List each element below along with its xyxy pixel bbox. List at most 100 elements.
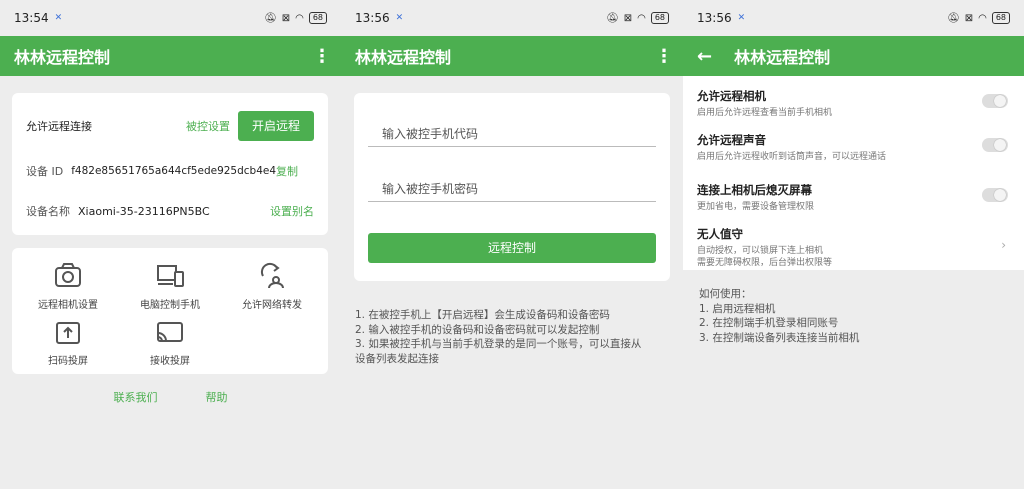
setting-desc: 自动授权，可以锁屏下连上相机 bbox=[697, 246, 824, 256]
status-bar: 13:54 ✕ 🔕︎ ⊠ ◠ 68 bbox=[0, 0, 341, 36]
status-time: 13:56 bbox=[697, 11, 732, 25]
app-title: 林林远程控制 bbox=[14, 48, 111, 67]
app-title: 林林远程控制 bbox=[355, 48, 452, 67]
contact-us-link[interactable]: 联系我们 bbox=[114, 389, 158, 405]
scan-cast-item[interactable]: 扫码投屏 bbox=[18, 320, 118, 367]
status-time: 13:56 bbox=[355, 11, 390, 25]
pc-control-phone-item[interactable]: 电脑控制手机 bbox=[120, 262, 220, 311]
status-time: 13:54 bbox=[14, 11, 49, 25]
scan-cast-label: 扫码投屏 bbox=[48, 356, 88, 367]
setting-desc: 需要无障碍权限，后台弹出权限等 bbox=[697, 258, 833, 268]
howto-line: 3. 在控制端设备列表连接当前相机 bbox=[699, 331, 860, 344]
note-line: 3. 如果被控手机与当前手机登录的是同一个账号，可以直接从 bbox=[355, 338, 642, 350]
mute-icon: 🔕︎ bbox=[946, 12, 960, 24]
note-line: 1. 在被控手机上【开启远程】会生成设备码和设备密码 bbox=[355, 309, 610, 321]
battery-icon: 68 bbox=[650, 12, 669, 24]
phone-connect: 13:56 ✕ 🔕︎ ⊠ ◠ 68 林林远程控制 ⋮ 输入被控手机代码 输入被控… bbox=[341, 0, 683, 489]
mute-icon: 🔕︎ bbox=[263, 12, 277, 24]
setting-remote-camera[interactable]: 允许远程相机 启用后允许远程查看当前手机相机 bbox=[697, 88, 1010, 119]
allow-remote-row: 允许远程连接 被控设置 开启远程 bbox=[26, 111, 314, 141]
mute-icon: 🔕︎ bbox=[605, 12, 619, 24]
more-menu-icon[interactable]: ⋮ bbox=[313, 46, 331, 67]
device-id-label: 设备 ID bbox=[26, 165, 64, 178]
howto-title: 如何使用： bbox=[699, 288, 752, 300]
device-id-value: f482e85651765a644cf5ede925dcb4e4 bbox=[71, 165, 277, 177]
status-icons: 🔕︎ ⊠ ◠ 68 bbox=[947, 12, 1010, 24]
status-icons: 🔕︎ ⊠ ◠ 68 bbox=[606, 12, 669, 24]
connection-card: 允许远程连接 被控设置 开启远程 设备 ID f482e85651765a644… bbox=[12, 93, 328, 235]
battery-icon: 68 bbox=[308, 12, 327, 24]
note-line: 设备列表发起连接 bbox=[355, 352, 439, 365]
device-code-input[interactable]: 输入被控手机代码 bbox=[368, 93, 656, 147]
device-id-row: 设备 ID f482e85651765a644cf5ede925dcb4e4 复… bbox=[26, 163, 314, 179]
battery-icon: 68 bbox=[991, 12, 1010, 24]
sim-icon: ⊠ bbox=[281, 12, 291, 24]
setting-desc: 启用后允许远程收听到话筒声音，可以远程通话 bbox=[697, 152, 887, 162]
status-icons: 🔕︎ ⊠ ◠ 68 bbox=[264, 12, 327, 24]
notification-icon: ✕ bbox=[737, 13, 746, 23]
notification-icon: ✕ bbox=[395, 13, 404, 23]
set-alias-button[interactable]: 设置别名 bbox=[270, 203, 314, 219]
phone-camera-settings: 13:56 ✕ 🔕︎ ⊠ ◠ 68 ← 林林远程控制 允许远程相机 启用后允许远… bbox=[683, 0, 1024, 489]
chevron-right-icon: › bbox=[1001, 238, 1006, 252]
sim-icon: ⊠ bbox=[964, 12, 974, 24]
status-bar: 13:56 ✕ 🔕︎ ⊠ ◠ 68 bbox=[341, 0, 683, 36]
setting-title: 允许远程声音 bbox=[697, 133, 766, 147]
sim-icon: ⊠ bbox=[623, 12, 633, 24]
device-name-value: Xiaomi-35-23116PN5BC bbox=[78, 204, 210, 218]
setting-unattended[interactable]: 无人值守 自动授权，可以锁屏下连上相机 需要无障碍权限，后台弹出权限等 › bbox=[697, 226, 1010, 269]
receive-cast-label: 接收投屏 bbox=[150, 356, 190, 367]
remote-control-button[interactable]: 远程控制 bbox=[368, 233, 656, 263]
upload-screen-icon bbox=[56, 322, 80, 344]
remote-audio-toggle[interactable] bbox=[982, 138, 1008, 152]
controlled-settings-link[interactable]: 被控设置 bbox=[186, 118, 230, 134]
screens: 13:54 ✕ 🔕︎ ⊠ ◠ 68 林林远程控制 ⋮ 允许远程连接 被控设置 开… bbox=[0, 0, 1024, 489]
more-menu-icon[interactable]: ⋮ bbox=[655, 46, 673, 67]
screen-off-toggle[interactable] bbox=[982, 188, 1008, 202]
howto-line: 2. 在控制端手机登录相同账号 bbox=[699, 317, 839, 329]
remote-camera-toggle[interactable] bbox=[982, 94, 1008, 108]
device-name-label: 设备名称 bbox=[26, 205, 70, 218]
how-to-use: 如何使用： 1. 启用远程相机 2. 在控制端手机登录相同账号 3. 在控制端设… bbox=[699, 287, 859, 345]
connect-form-card: 输入被控手机代码 输入被控手机密码 远程控制 bbox=[354, 93, 670, 281]
copy-button[interactable]: 复制 bbox=[276, 163, 298, 179]
app-bar: 林林远程控制 ⋮ bbox=[341, 36, 683, 76]
note-line: 2. 输入被控手机的设备码和设备密码就可以发起控制 bbox=[355, 323, 600, 336]
wifi-icon: ◠ bbox=[978, 12, 987, 24]
footer-links: 联系我们 帮助 bbox=[0, 389, 341, 405]
network-forward-item[interactable]: 允许网络转发 bbox=[222, 262, 322, 311]
devices-icon bbox=[157, 265, 184, 287]
start-remote-button[interactable]: 开启远程 bbox=[238, 111, 314, 141]
wifi-icon: ◠ bbox=[637, 12, 646, 24]
wifi-icon: ◠ bbox=[295, 12, 304, 24]
cast-icon bbox=[157, 322, 183, 342]
setting-remote-audio[interactable]: 允许远程声音 启用后允许远程收听到话筒声音，可以远程通话 bbox=[697, 132, 1010, 163]
receive-cast-item[interactable]: 接收投屏 bbox=[120, 320, 220, 367]
setting-title: 允许远程相机 bbox=[697, 89, 766, 103]
setting-desc: 启用后允许远程查看当前手机相机 bbox=[697, 108, 833, 118]
app-bar: 林林远程控制 ⋮ bbox=[0, 36, 341, 76]
phone-home: 13:54 ✕ 🔕︎ ⊠ ◠ 68 林林远程控制 ⋮ 允许远程连接 被控设置 开… bbox=[0, 0, 341, 489]
device-password-input[interactable]: 输入被控手机密码 bbox=[368, 148, 656, 202]
howto-line: 1. 启用远程相机 bbox=[699, 302, 776, 315]
notification-icon: ✕ bbox=[54, 13, 63, 23]
setting-desc: 更加省电，需要设备管理权限 bbox=[697, 202, 815, 212]
help-link[interactable]: 帮助 bbox=[206, 389, 228, 405]
app-bar: ← 林林远程控制 bbox=[683, 36, 1024, 76]
network-forward-label: 允许网络转发 bbox=[242, 300, 302, 311]
allow-remote-label: 允许远程连接 bbox=[26, 120, 92, 133]
setting-screen-off[interactable]: 连接上相机后熄灭屏幕 更加省电，需要设备管理权限 bbox=[697, 182, 1010, 213]
features-card: 远程相机设置 电脑控制手机 允许网络转发 扫码投屏 接收投屏 bbox=[12, 248, 328, 374]
usage-notes: 1. 在被控手机上【开启远程】会生成设备码和设备密码 2. 输入被控手机的设备码… bbox=[355, 308, 673, 366]
setting-title: 无人值守 bbox=[697, 227, 743, 241]
settings-list: 允许远程相机 启用后允许远程查看当前手机相机 允许远程声音 启用后允许远程收听到… bbox=[683, 76, 1024, 270]
pc-control-phone-label: 电脑控制手机 bbox=[140, 300, 200, 311]
status-bar: 13:56 ✕ 🔕︎ ⊠ ◠ 68 bbox=[683, 0, 1024, 36]
app-title: 林林远程控制 bbox=[734, 48, 831, 67]
back-arrow-icon[interactable]: ← bbox=[697, 46, 712, 67]
setting-title: 连接上相机后熄灭屏幕 bbox=[697, 183, 812, 197]
remote-camera-settings-item[interactable]: 远程相机设置 bbox=[18, 262, 118, 311]
camera-icon bbox=[55, 263, 81, 287]
device-name-row: 设备名称 Xiaomi-35-23116PN5BC 设置别名 bbox=[26, 203, 314, 219]
remote-camera-settings-label: 远程相机设置 bbox=[38, 300, 98, 311]
